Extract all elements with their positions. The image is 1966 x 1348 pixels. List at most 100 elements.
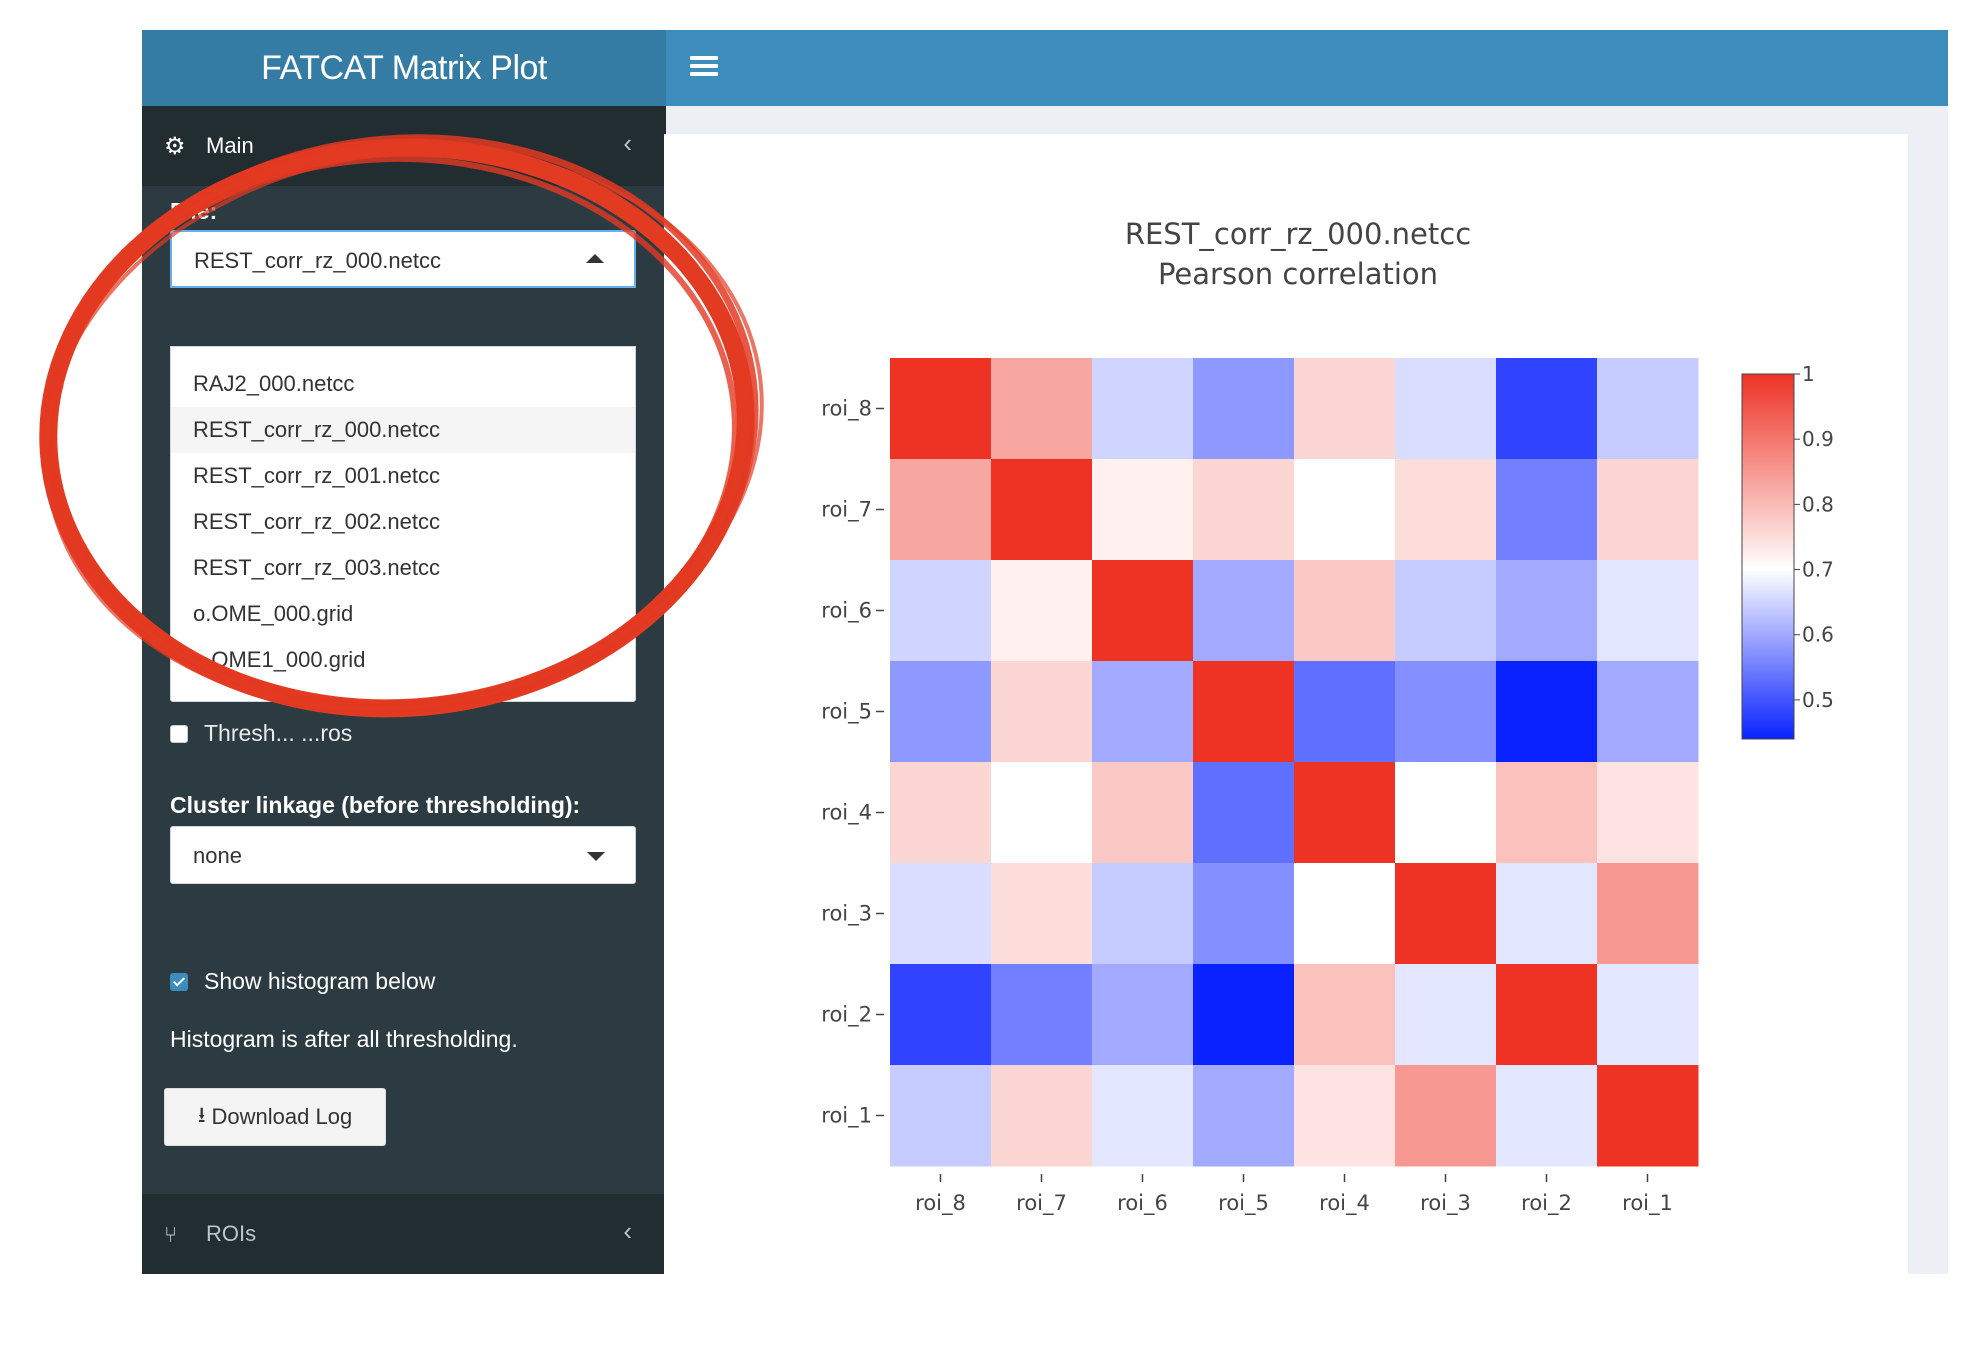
heatmap-cell[interactable] [890,661,992,763]
cluster-select[interactable]: none [170,826,636,884]
heatmap-cell[interactable] [1496,459,1598,561]
dropdown-option[interactable]: REST_corr_rz_001.netcc [171,453,635,499]
heatmap-cell[interactable] [1496,560,1598,662]
dropdown-option[interactable]: o.OME1_000.grid [171,637,635,683]
heatmap-cell[interactable] [890,863,992,965]
threshold-checkbox[interactable] [170,724,188,743]
heatmap-cell[interactable] [1193,358,1295,460]
heatmap-cell[interactable] [1294,1065,1396,1167]
caret-down-icon [587,852,605,861]
heatmap-cell[interactable] [1395,1065,1497,1167]
heatmap-cell[interactable] [890,964,992,1066]
heatmap-cell[interactable] [1496,661,1598,763]
heatmap-cell[interactable] [1092,560,1194,662]
heatmap-cell[interactable] [1092,661,1194,763]
heatmap-cell[interactable] [991,560,1093,662]
heatmap-cell[interactable] [1193,560,1295,662]
y-tick-label: roi_5 [821,700,872,725]
heatmap-cell[interactable] [1395,762,1497,864]
heatmap-cell[interactable] [1092,964,1194,1066]
app-title[interactable]: FATCAT Matrix Plot [142,30,666,106]
dropdown-option[interactable]: RAJ2_000.netcc [171,361,635,407]
hamburger-menu-icon[interactable] [690,52,718,84]
heatmap-cell[interactable] [1092,358,1194,460]
y-tick-label: roi_8 [821,397,872,422]
heatmap-cell[interactable] [1597,661,1699,763]
threshold-checkbox-row[interactable]: Thresh... ...ros [170,720,352,747]
heatmap-cell[interactable] [1294,964,1396,1066]
heatmap-cell[interactable] [1496,1065,1598,1167]
heatmap-cell[interactable] [890,459,992,561]
dropdown-option[interactable]: o.OME_000.grid [171,591,635,637]
heatmap-cell[interactable] [1193,762,1295,864]
heatmap-cell[interactable] [991,964,1093,1066]
heatmap-cell[interactable] [991,762,1093,864]
heatmap-cell[interactable] [1395,863,1497,965]
colorbar-tick-label: 0.6 [1802,623,1834,647]
heatmap-cell[interactable] [890,358,992,460]
dropdown-option[interactable]: REST_corr_rz_003.netcc [171,545,635,591]
heatmap-cell[interactable] [1395,964,1497,1066]
heatmap-cell[interactable] [1092,863,1194,965]
heatmap-cell[interactable] [1597,1065,1699,1167]
caret-up-icon [586,254,604,263]
heatmap-cell[interactable] [1294,459,1396,561]
heatmap-cell[interactable] [1294,863,1396,965]
histogram-checkbox-row[interactable]: Show histogram below [170,968,435,995]
heatmap-cell[interactable] [1193,1065,1295,1167]
heatmap-cell[interactable] [1092,459,1194,561]
download-log-button[interactable]: ⭳ Download Log [164,1088,386,1146]
heatmap-cell[interactable] [1294,560,1396,662]
heatmap-cell[interactable] [1597,358,1699,460]
y-tick-label: roi_1 [821,1104,872,1129]
heatmap-cell[interactable] [1294,661,1396,763]
histogram-checkbox-label: Show histogram below [204,968,436,994]
heatmap-cell[interactable] [1496,964,1598,1066]
heatmap-cell[interactable] [1496,762,1598,864]
heatmap-cell[interactable] [1193,863,1295,965]
histogram-checkbox[interactable] [170,972,188,991]
heatmap-cell[interactable] [1092,762,1194,864]
y-tick-label: roi_7 [821,498,872,523]
heatmap-cell[interactable] [1597,964,1699,1066]
heatmap-cell[interactable] [1193,964,1295,1066]
dropdown-option[interactable]: REST_corr_rz_002.netcc [171,499,635,545]
dropdown-option-partial[interactable] [171,347,635,361]
heatmap-cell[interactable] [991,1065,1093,1167]
heatmap-cell[interactable] [1597,762,1699,864]
heatmap-cell[interactable] [991,661,1093,763]
y-tick-label: roi_2 [821,1003,872,1028]
heatmap-cell[interactable] [991,863,1093,965]
x-tick-label: roi_5 [1218,1191,1269,1216]
heatmap-cell[interactable] [1597,560,1699,662]
heatmap-cell[interactable] [1496,358,1598,460]
heatmap-cell[interactable] [890,762,992,864]
heatmap-cell[interactable] [1496,863,1598,965]
heatmap-cell[interactable] [1092,1065,1194,1167]
chevron-left-icon: ‹ [623,1216,632,1246]
sidebar-item-rois[interactable]: ⑂ ROIs ‹ [142,1194,666,1274]
heatmap-cell[interactable] [1395,358,1497,460]
y-tick-label: roi_4 [821,801,872,826]
heatmap-cell[interactable] [1597,459,1699,561]
heatmap-cell[interactable] [890,560,992,662]
heatmap-cell[interactable] [1193,661,1295,763]
heatmap-cell[interactable] [1395,459,1497,561]
heatmap-cell[interactable] [1294,358,1396,460]
heatmap-cell[interactable] [1294,762,1396,864]
dropdown-option-partial[interactable] [171,683,635,697]
cluster-select-value: none [193,843,242,868]
dropdown-option[interactable]: REST_corr_rz_000.netcc [171,407,635,453]
heatmap-cell[interactable] [991,358,1093,460]
heatmap-cell[interactable] [1395,560,1497,662]
heatmap-cell[interactable] [1395,661,1497,763]
sidebar-item-main[interactable]: ⚙ Main ‹ [142,106,666,186]
colorbar-tick-label: 0.7 [1802,558,1834,582]
heatmap-cell[interactable] [890,1065,992,1167]
heatmap-cell[interactable] [991,459,1093,561]
file-select[interactable]: REST_corr_rz_000.netcc [170,230,636,288]
x-tick-label: roi_1 [1622,1191,1673,1216]
heatmap-cell[interactable] [1193,459,1295,561]
download-log-label: Download Log [211,1104,353,1129]
heatmap-cell[interactable] [1597,863,1699,965]
